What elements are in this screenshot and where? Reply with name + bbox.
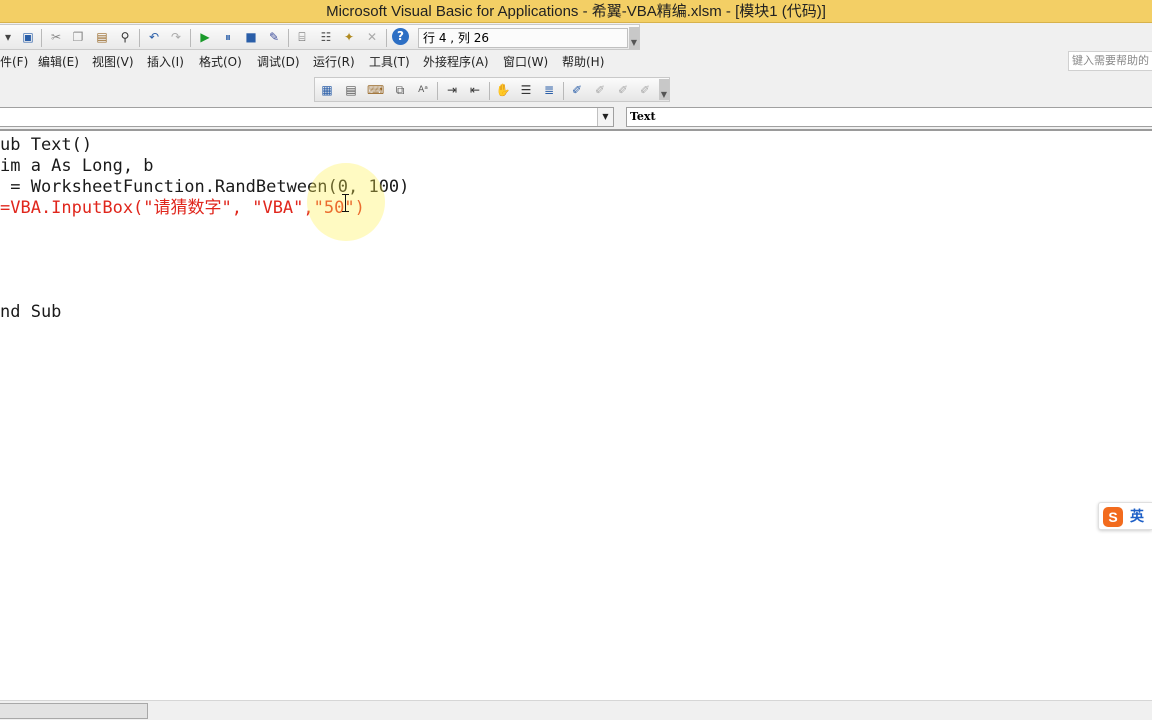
cut-icon[interactable]: ✂ [48, 29, 64, 45]
comment-block-icon[interactable]: ☰ [518, 82, 534, 98]
copy-icon[interactable]: ❐ [70, 29, 86, 45]
procedure-dropdown-value: Text [630, 110, 656, 123]
standard-toolbar: ▾ ▣ ✂ ❐ ▤ ⚲ ↶ ↷ ▶ ⏸ ■ ✎ ⌸ ☷ ✦ ✕ ? 行 4 , … [0, 24, 640, 50]
ime-indicator[interactable]: S 英 [1098, 502, 1152, 530]
indent-icon[interactable]: ⇥ [444, 82, 460, 98]
break-icon[interactable]: ⏸ [220, 29, 236, 45]
help-icon[interactable]: ? [392, 28, 409, 45]
toggle-bookmark-icon[interactable]: ✐ [569, 82, 585, 98]
redo-icon[interactable]: ↷ [168, 29, 184, 45]
properties-icon[interactable]: ☷ [318, 29, 334, 45]
run-icon[interactable]: ▶ [197, 29, 213, 45]
toolbar-options-icon[interactable]: ▼ [629, 27, 639, 49]
outdent-icon[interactable]: ⇤ [467, 82, 483, 98]
toolbox-icon[interactable]: ✕ [364, 29, 380, 45]
object-dropdown[interactable]: ▼ [0, 107, 614, 127]
sogou-logo-icon: S [1103, 507, 1123, 527]
next-bookmark-icon[interactable]: ✐ [592, 82, 608, 98]
edit-toolbar: ▦ ▤ ⌨ ⧉ Aᵃ ⇥ ⇤ ✋ ☰ ≣ ✐ ✐ ✐ ✐ ▼ [314, 77, 670, 102]
menu-bar: 件(F) 编辑(E) 视图(V) 插入(I) 格式(O) 调试(D) 运行(R)… [0, 52, 1152, 72]
toolbar-separator [386, 29, 387, 47]
menu-debug[interactable]: 调试(D) [257, 52, 300, 72]
menu-edit[interactable]: 编辑(E) [38, 52, 79, 72]
menu-window[interactable]: 窗口(W) [503, 52, 548, 72]
view-excel-icon[interactable]: ▾ [0, 29, 16, 45]
list-properties-icon[interactable]: ▦ [319, 82, 335, 98]
menu-insert[interactable]: 插入(I) [147, 52, 184, 72]
scrollbar-thumb[interactable] [0, 703, 148, 719]
complete-word-icon[interactable]: Aᵃ [415, 82, 431, 98]
uncomment-block-icon[interactable]: ≣ [541, 82, 557, 98]
parameter-info-icon[interactable]: ⧉ [392, 82, 408, 98]
toolbar-separator [437, 82, 438, 100]
menu-tools[interactable]: 工具(T) [369, 52, 410, 72]
code-line[interactable]: im a As Long, b [0, 156, 154, 177]
horizontal-scrollbar[interactable] [0, 700, 1152, 720]
save-icon[interactable]: ▣ [20, 29, 36, 45]
toolbar-separator [288, 29, 289, 47]
code-pane-selectors: ▼ Text [0, 106, 1152, 128]
reset-icon[interactable]: ■ [243, 29, 259, 45]
code-line[interactable]: ub Text() [0, 135, 92, 156]
procedure-dropdown[interactable]: Text [626, 107, 1152, 127]
toolbar-separator [563, 82, 564, 100]
toolbar-separator [190, 29, 191, 47]
menu-addins[interactable]: 外接程序(A) [423, 52, 489, 72]
menu-run[interactable]: 运行(R) [313, 52, 355, 72]
menu-help[interactable]: 帮助(H) [562, 52, 604, 72]
window-chrome: ▾ ▣ ✂ ❐ ▤ ⚲ ↶ ↷ ▶ ⏸ ■ ✎ ⌸ ☷ ✦ ✕ ? 行 4 , … [0, 23, 1152, 130]
toggle-breakpoint-icon[interactable]: ✋ [495, 82, 511, 98]
toolbar-separator [489, 82, 490, 100]
cursor-position-display: 行 4 , 列 26 [418, 28, 628, 48]
paste-icon[interactable]: ▤ [94, 29, 110, 45]
window-title: Microsoft Visual Basic for Applications … [0, 0, 1152, 23]
chevron-down-icon[interactable]: ▼ [597, 108, 613, 126]
code-line[interactable]: nd Sub [0, 302, 61, 323]
menu-view[interactable]: 视图(V) [92, 52, 134, 72]
ime-mode-label: 英 [1130, 509, 1144, 525]
toolbar-options-icon[interactable]: ▼ [659, 79, 669, 100]
toolbar-separator [41, 29, 42, 47]
code-editor[interactable]: ub Text() im a As Long, b = WorksheetFun… [0, 129, 1152, 699]
find-icon[interactable]: ⚲ [117, 29, 133, 45]
object-browser-icon[interactable]: ✦ [341, 29, 357, 45]
menu-format[interactable]: 格式(O) [199, 52, 242, 72]
help-search-input[interactable]: 键入需要帮助的 [1068, 51, 1152, 71]
design-mode-icon[interactable]: ✎ [266, 29, 282, 45]
previous-bookmark-icon[interactable]: ✐ [615, 82, 631, 98]
menu-file[interactable]: 件(F) [0, 52, 28, 72]
list-constants-icon[interactable]: ▤ [343, 82, 359, 98]
clear-bookmarks-icon[interactable]: ✐ [637, 82, 653, 98]
quick-info-icon[interactable]: ⌨ [367, 82, 384, 98]
toolbar-separator [139, 29, 140, 47]
undo-icon[interactable]: ↶ [146, 29, 162, 45]
project-explorer-icon[interactable]: ⌸ [294, 29, 310, 45]
text-cursor-icon [342, 194, 351, 212]
